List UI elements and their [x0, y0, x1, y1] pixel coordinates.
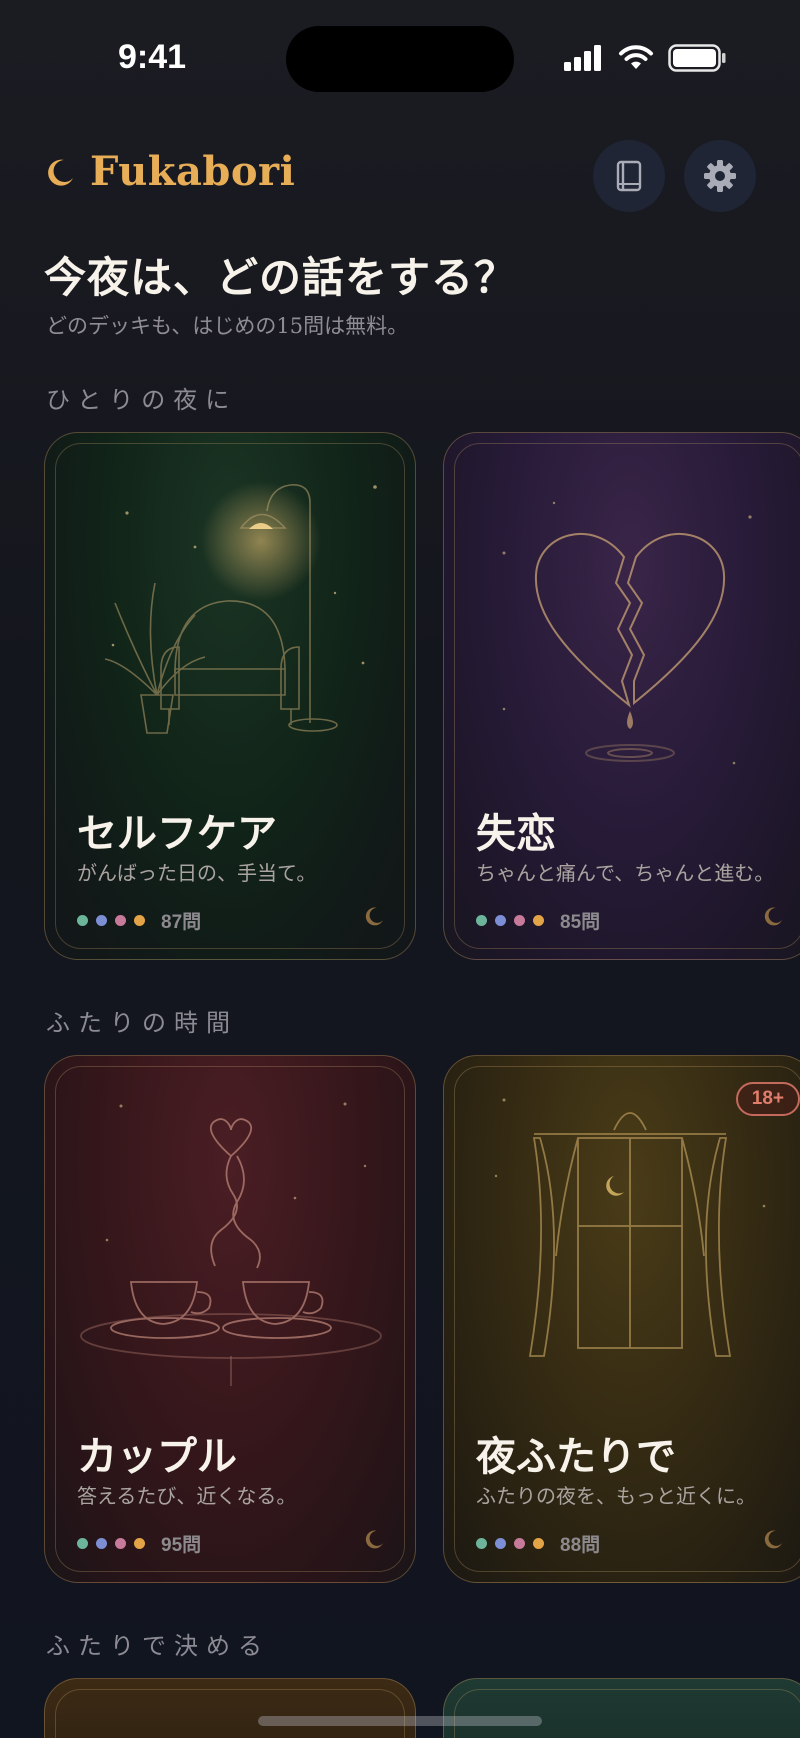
category-dot: [514, 1538, 525, 1549]
question-count: 95問: [161, 1535, 202, 1556]
question-count: 85問: [560, 912, 601, 933]
section-label-couple: ふたりの時間: [46, 1009, 238, 1037]
page-title: 今夜は、どの話をする？: [44, 253, 518, 302]
deck-title: セルフケア: [77, 810, 277, 857]
deck-subtitle: がんばった日の、手当て。: [77, 861, 317, 885]
category-dot: [96, 915, 107, 926]
deck-meta: 95問: [77, 1530, 201, 1557]
deck-card-night-together[interactable]: 18+ 夜ふたりで ふたりの夜を、もっと近くに。 88問: [443, 1055, 800, 1583]
cellular-signal-icon: [564, 45, 601, 71]
question-count: 87問: [161, 912, 202, 933]
category-dot: [115, 1538, 126, 1549]
moon-icon: [48, 159, 73, 186]
category-dot: [476, 915, 487, 926]
status-icons: [564, 44, 726, 72]
category-dot: [115, 915, 126, 926]
status-time: 9:41: [118, 38, 187, 76]
gear-icon: [704, 160, 736, 192]
section-label-decide: ふたりで決める: [46, 1632, 270, 1660]
category-dot: [514, 915, 525, 926]
app-header: Fukabori: [44, 140, 756, 212]
card-frame: [454, 1689, 800, 1738]
settings-button[interactable]: [684, 140, 756, 212]
category-dot: [533, 915, 544, 926]
deck-title: カップル: [77, 1433, 237, 1480]
deck-title: 失恋: [476, 810, 556, 857]
wifi-icon: [619, 45, 653, 69]
deck-card-selfcare[interactable]: セルフケア がんばった日の、手当て。 87問: [44, 432, 416, 960]
category-dot: [134, 915, 145, 926]
page-subtitle: どのデッキも、はじめの15問は無料。: [46, 314, 409, 338]
category-dot: [495, 1538, 506, 1549]
battery-icon: [668, 44, 726, 72]
moon-icon: [764, 1530, 782, 1549]
brand-title: Fukabori: [90, 148, 296, 195]
category-dot: [495, 915, 506, 926]
deck-meta: 85問: [476, 907, 600, 934]
deck-card-partial[interactable]: [443, 1678, 800, 1738]
deck-card-heartbreak[interactable]: 失恋 ちゃんと痛んで、ちゃんと進む。 85問: [443, 432, 800, 960]
section-label-solo: ひとりの夜に: [46, 386, 238, 414]
deck-card-partial[interactable]: [44, 1678, 416, 1738]
question-count: 88問: [560, 1535, 601, 1556]
category-dot: [476, 1538, 487, 1549]
category-dot: [533, 1538, 544, 1549]
deck-title: 夜ふたりで: [476, 1433, 676, 1480]
deck-meta: 88問: [476, 1530, 600, 1557]
moon-icon: [365, 1530, 383, 1549]
category-dot: [134, 1538, 145, 1549]
deck-meta: 87問: [77, 907, 201, 934]
category-dot: [96, 1538, 107, 1549]
card-frame: [55, 1689, 405, 1738]
status-bar: 9:41: [0, 0, 800, 110]
category-dot: [77, 915, 88, 926]
book-icon: [616, 160, 642, 192]
library-button[interactable]: [593, 140, 665, 212]
deck-card-couple[interactable]: カップル 答えるたび、近くなる。 95問: [44, 1055, 416, 1583]
home-indicator[interactable]: [258, 1716, 542, 1726]
moon-icon: [764, 907, 782, 926]
deck-subtitle: 答えるたび、近くなる。: [77, 1484, 297, 1508]
brand: Fukabori: [44, 148, 295, 195]
deck-subtitle: ふたりの夜を、もっと近くに。: [476, 1484, 756, 1508]
moon-icon: [365, 907, 383, 926]
category-dot: [77, 1538, 88, 1549]
dynamic-island: [286, 26, 514, 92]
deck-subtitle: ちゃんと痛んで、ちゃんと進む。: [476, 861, 775, 885]
